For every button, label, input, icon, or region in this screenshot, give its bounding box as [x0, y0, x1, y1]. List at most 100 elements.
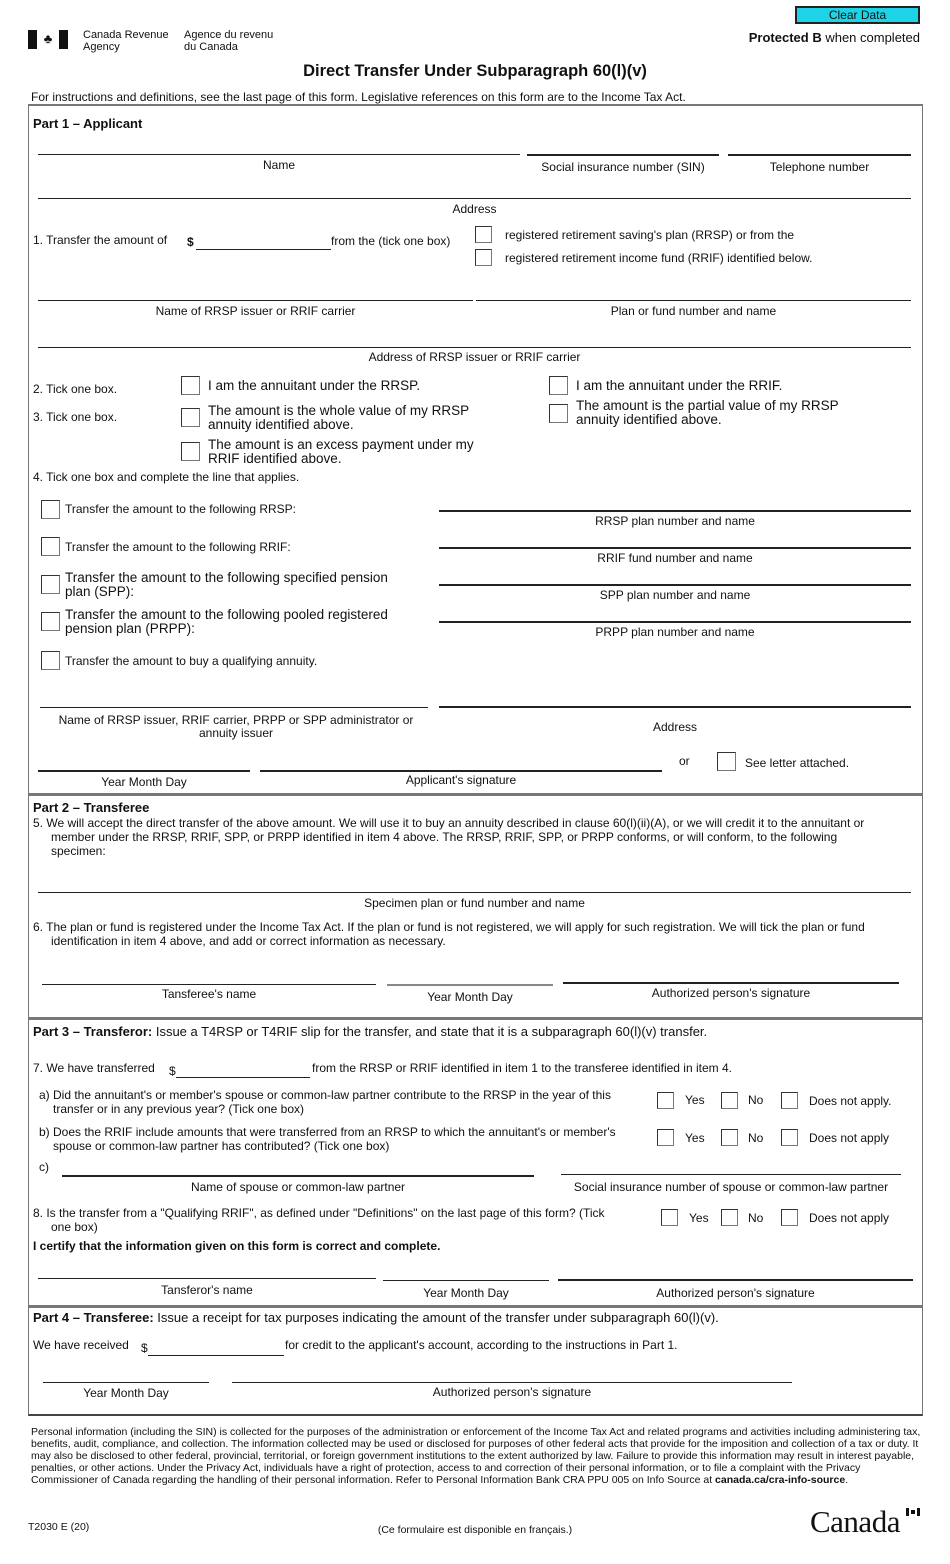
q8-yes-checkbox[interactable]	[661, 1209, 678, 1226]
french-availability-note: (Ce formulaire est disponible en françai…	[377, 1524, 573, 1536]
transfer-spp-label: Transfer the amount to the following spe…	[65, 570, 388, 599]
transferor-name-label: Tansferor's name	[161, 1283, 253, 1297]
item5-text: 5. We will accept the direct transfer of…	[33, 816, 865, 858]
part1-title: Part 1 – Applicant	[33, 116, 143, 131]
rrsp-source-checkbox[interactable]	[475, 226, 492, 243]
admin-address-input[interactable]	[441, 688, 909, 706]
clear-data-button[interactable]: Clear Data	[795, 6, 920, 24]
received-suffix: for credit to the applicant's account, a…	[285, 1338, 678, 1352]
item2-label: 2. Tick one box.	[33, 382, 118, 396]
spouse-sin-input[interactable]	[563, 1156, 899, 1174]
item3-label: 3. Tick one box.	[33, 410, 118, 424]
whole-value-label: The amount is the whole value of my RRSP…	[208, 403, 470, 432]
issuer-address-input[interactable]	[40, 329, 908, 347]
spouse-name-input[interactable]	[64, 1157, 532, 1175]
rrif-fund-input[interactable]	[441, 529, 909, 547]
item4-label: 4. Tick one box and complete the line th…	[33, 470, 300, 484]
applicant-name-input[interactable]	[40, 136, 518, 154]
canada-flag-icon: ♣	[28, 30, 68, 49]
name-label: Name	[262, 158, 295, 172]
issuer-address-label: Address of RRSP issuer or RRIF carrier	[368, 350, 581, 364]
spp-plan-input[interactable]	[441, 566, 909, 584]
question-b: b) Does the RRIF include amounts that we…	[39, 1125, 616, 1153]
transferor-date-input[interactable]	[385, 1262, 547, 1280]
transferred-amount-input[interactable]	[178, 1059, 308, 1077]
excess-payment-label: The amount is an excess payment under my…	[208, 437, 474, 466]
see-letter-checkbox[interactable]	[717, 752, 736, 771]
qb-yes-checkbox[interactable]	[657, 1129, 674, 1146]
qa-na-label: Does not apply.	[809, 1094, 892, 1108]
rrif-fund-label: RRIF fund number and name	[597, 551, 753, 565]
q8-no-checkbox[interactable]	[721, 1209, 738, 1226]
admin-name-label: Name of RRSP issuer, RRIF carrier, PRPP …	[58, 713, 414, 740]
qa-no-checkbox[interactable]	[721, 1092, 738, 1109]
transferee-name-input[interactable]	[44, 966, 374, 984]
receipt-date-input[interactable]	[45, 1364, 207, 1382]
transferee-signature-input[interactable]	[565, 964, 897, 982]
transferor-signature-input[interactable]	[560, 1261, 911, 1279]
address-label: Address	[452, 202, 497, 216]
prpp-plan-input[interactable]	[441, 603, 909, 621]
received-dollar: $	[141, 1341, 148, 1355]
telephone-label: Telephone number	[769, 160, 870, 174]
transferee-date-input[interactable]	[389, 966, 551, 984]
transfer-amount-input[interactable]	[197, 231, 330, 249]
rrsp-plan-input[interactable]	[441, 492, 909, 510]
spp-plan-label: SPP plan number and name	[599, 588, 751, 602]
receipt-signature-label: Authorized person's signature	[432, 1385, 592, 1399]
certify-statement: I certify that the information given on …	[33, 1239, 441, 1253]
question-a: a) Did the annuitant's or member's spous…	[39, 1088, 611, 1116]
receipt-signature-input[interactable]	[234, 1364, 790, 1382]
item7-label: 7. We have transferred	[33, 1061, 155, 1075]
sin-input[interactable]	[528, 137, 716, 155]
info-source-link[interactable]: canada.ca/cra-info-source	[715, 1474, 845, 1486]
qualifying-annuity-checkbox[interactable]	[41, 651, 60, 670]
part3-title: Part 3 – Transferor: Issue a T4RSP or T4…	[33, 1024, 708, 1039]
spouse-name-label: Name of spouse or common-law partner	[190, 1180, 406, 1194]
applicant-signature-input[interactable]	[262, 752, 660, 770]
or-label: or	[679, 754, 690, 768]
item1-from-label: from the (tick one box)	[331, 234, 451, 248]
transfer-prpp-label: Transfer the amount to the following poo…	[65, 607, 388, 636]
issuer-name-label: Name of RRSP issuer or RRIF carrier	[155, 304, 356, 318]
qb-na-checkbox[interactable]	[781, 1129, 798, 1146]
part2-title: Part 2 – Transferee	[33, 800, 150, 815]
transferor-name-input[interactable]	[40, 1260, 374, 1278]
admin-name-input[interactable]	[42, 689, 426, 707]
plan-number-input[interactable]	[478, 282, 908, 300]
qb-no-checkbox[interactable]	[721, 1129, 738, 1146]
see-letter-label: See letter attached.	[745, 756, 850, 770]
qb-no-label: No	[748, 1131, 764, 1145]
annuitant-rrif-checkbox[interactable]	[549, 376, 568, 395]
excess-payment-checkbox[interactable]	[181, 442, 200, 461]
partial-value-checkbox[interactable]	[549, 404, 568, 423]
issuer-name-input[interactable]	[40, 282, 470, 300]
q8-na-checkbox[interactable]	[781, 1209, 798, 1226]
transfer-rrsp-checkbox[interactable]	[41, 500, 60, 519]
whole-value-checkbox[interactable]	[181, 408, 200, 427]
transferee-date-label: Year Month Day	[427, 990, 513, 1004]
spouse-sin-label: Social insurance number of spouse or com…	[573, 1180, 889, 1194]
annuitant-rrsp-checkbox[interactable]	[181, 376, 200, 395]
plan-number-label: Plan or fund number and name	[610, 304, 777, 318]
qa-na-checkbox[interactable]	[781, 1092, 798, 1109]
instructions-text: For instructions and definitions, see th…	[31, 90, 686, 104]
received-amount-input[interactable]	[150, 1337, 282, 1355]
applicant-address-input[interactable]	[40, 180, 908, 198]
specimen-input[interactable]	[40, 874, 908, 892]
form-title: Direct Transfer Under Subparagraph 60(l)…	[303, 62, 647, 80]
transfer-rrsp-label: Transfer the amount to the following RRS…	[65, 502, 296, 516]
question-c: c)	[39, 1160, 49, 1174]
transfer-spp-checkbox[interactable]	[41, 575, 60, 594]
applicant-date-input[interactable]	[40, 752, 248, 770]
transfer-rrif-checkbox[interactable]	[41, 537, 60, 556]
wordmark-flag-icon	[906, 1508, 920, 1516]
transferor-date-label: Year Month Day	[423, 1286, 509, 1300]
admin-address-label: Address	[652, 720, 698, 734]
telephone-input[interactable]	[729, 137, 909, 155]
q8-yes-label: Yes	[689, 1211, 709, 1225]
transfer-prpp-checkbox[interactable]	[41, 612, 60, 631]
rrif-source-checkbox[interactable]	[475, 249, 492, 266]
q8-no-label: No	[748, 1211, 764, 1225]
qa-yes-checkbox[interactable]	[657, 1092, 674, 1109]
